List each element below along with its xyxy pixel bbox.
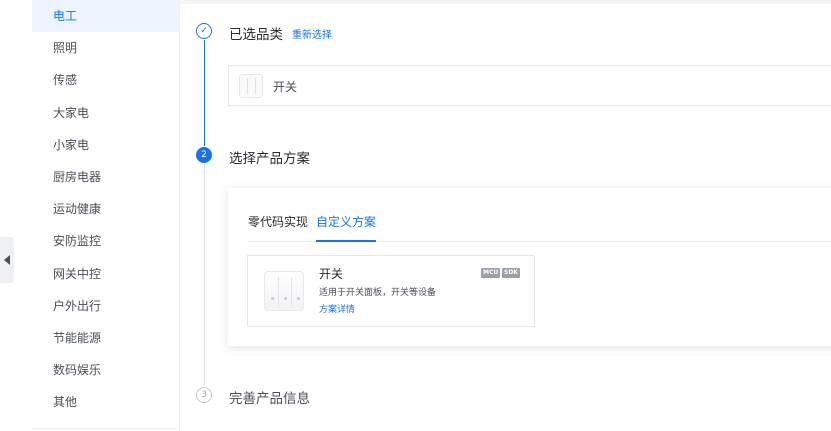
step-1-title: 已选品类 bbox=[229, 27, 283, 43]
sidebar-collapse-button[interactable] bbox=[0, 237, 14, 283]
sidebar-item-lighting[interactable]: 照明 bbox=[32, 32, 179, 64]
tab-zero-code[interactable]: 零代码实现 bbox=[248, 213, 308, 230]
tab-custom-plan[interactable]: 自定义方案 bbox=[316, 213, 377, 242]
product-plan-card: 零代码实现 自定义方案 开关 MCU SDK 适用于开关面板，开关等设备 方案详… bbox=[228, 188, 831, 346]
sidebar-item-sports-health[interactable]: 运动健康 bbox=[32, 193, 179, 225]
sidebar-item-gateway[interactable]: 网关中控 bbox=[32, 258, 179, 290]
sidebar-item-large-appliances[interactable]: 大家电 bbox=[32, 97, 179, 129]
step-2-icon: 2 bbox=[196, 147, 212, 163]
sidebar-item-sensors[interactable]: 传感 bbox=[32, 64, 179, 96]
category-sidebar: 电工 照明 传感 大家电 小家电 厨房电器 运动健康 安防监控 网关中控 户外出… bbox=[32, 0, 180, 431]
sidebar-item-energy[interactable]: 节能能源 bbox=[32, 322, 179, 354]
sidebar-item-security[interactable]: 安防监控 bbox=[32, 225, 179, 257]
product-name: 开关 bbox=[319, 267, 344, 281]
switch-panel-image bbox=[264, 271, 304, 311]
thumbnail-line bbox=[255, 78, 256, 94]
mcu-badge: MCU bbox=[481, 268, 501, 278]
step-2-title: 选择产品方案 bbox=[229, 151, 310, 167]
triangle-left-icon bbox=[4, 255, 10, 265]
product-option-card[interactable]: 开关 MCU SDK 适用于开关面板，开关等设备 方案详情 bbox=[247, 255, 535, 327]
sidebar-item-small-appliances[interactable]: 小家电 bbox=[32, 129, 179, 161]
panel-dot bbox=[271, 297, 274, 300]
thumbnail-line bbox=[247, 78, 248, 94]
product-description: 适用于开关面板，开关等设备 bbox=[319, 288, 437, 298]
top-divider bbox=[180, 0, 831, 4]
panel-dot bbox=[284, 297, 287, 300]
selected-category-box: 开关 bbox=[228, 65, 831, 106]
sidebar-item-outdoor[interactable]: 户外出行 bbox=[32, 290, 179, 322]
plan-details-link[interactable]: 方案详情 bbox=[319, 302, 355, 315]
sidebar-item-kitchen-appliances[interactable]: 厨房电器 bbox=[32, 161, 179, 193]
switch-thumbnail-icon bbox=[239, 74, 263, 98]
panel-divider bbox=[278, 277, 279, 307]
sidebar-divider bbox=[32, 428, 179, 429]
reselect-link[interactable]: 重新选择 bbox=[292, 26, 332, 41]
step-connector-pending bbox=[204, 164, 205, 386]
sdk-badge: SDK bbox=[502, 268, 520, 278]
step-3-icon: 3 bbox=[196, 387, 212, 403]
check-icon: ✓ bbox=[196, 23, 212, 39]
selected-category-label: 开关 bbox=[273, 80, 298, 94]
sidebar-item-digital-entertainment[interactable]: 数码娱乐 bbox=[32, 354, 179, 386]
sidebar-item-other[interactable]: 其他 bbox=[32, 386, 179, 418]
page-gutter bbox=[0, 0, 32, 431]
panel-dot bbox=[297, 297, 300, 300]
sidebar-item-electrical[interactable]: 电工 bbox=[32, 0, 179, 33]
step-connector-done bbox=[204, 40, 205, 146]
panel-divider bbox=[291, 277, 292, 307]
step-3-title: 完善产品信息 bbox=[229, 391, 310, 407]
plan-tabs: 零代码实现 自定义方案 bbox=[248, 213, 831, 242]
